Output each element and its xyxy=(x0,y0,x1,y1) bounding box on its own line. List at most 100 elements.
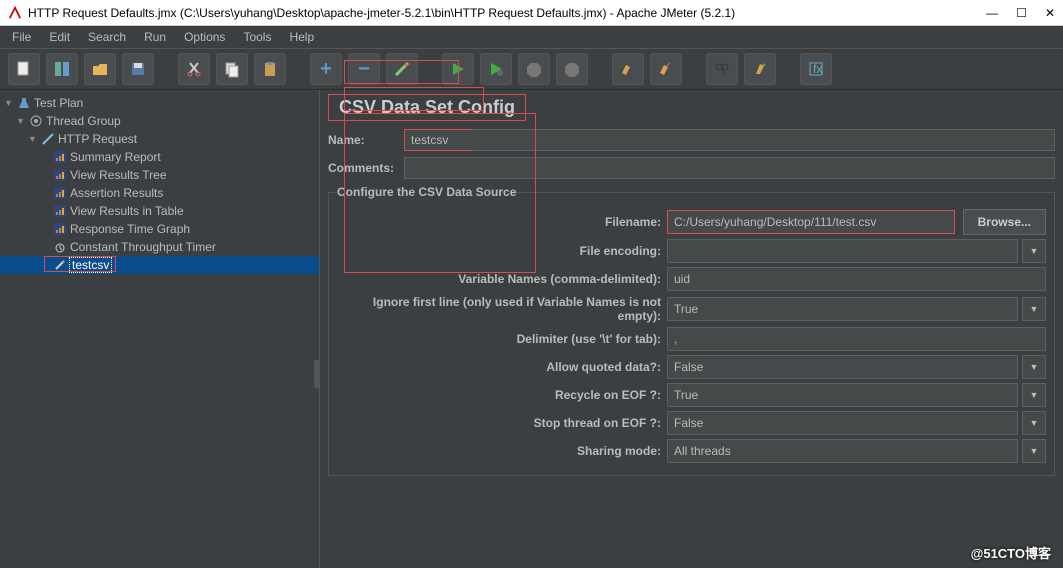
dropdown-icon[interactable]: ▼ xyxy=(1022,411,1046,435)
tree-label: View Results Tree xyxy=(70,168,167,182)
copy-icon[interactable] xyxy=(216,53,248,85)
paste-icon[interactable] xyxy=(254,53,286,85)
stop-icon[interactable] xyxy=(518,53,550,85)
report-icon xyxy=(53,169,67,181)
file-encoding-select[interactable] xyxy=(667,239,1018,263)
tree-summary-report[interactable]: Summary Report xyxy=(0,148,319,166)
flask-icon xyxy=(17,97,31,109)
toolbar: + − fx xyxy=(0,48,1063,90)
comments-label: Comments: xyxy=(328,161,404,175)
reset-search-icon[interactable] xyxy=(744,53,776,85)
ignore-first-line-select[interactable]: True xyxy=(667,297,1018,321)
save-icon[interactable] xyxy=(122,53,154,85)
tree-label: Assertion Results xyxy=(70,186,163,200)
menu-tools[interactable]: Tools xyxy=(235,28,279,46)
dropdown-icon[interactable]: ▼ xyxy=(1022,439,1046,463)
allow-quoted-select[interactable]: False xyxy=(667,355,1018,379)
report-icon xyxy=(53,187,67,199)
tree-label: Response Time Graph xyxy=(70,222,190,236)
expand-icon[interactable]: + xyxy=(310,53,342,85)
window-minimize-button[interactable]: — xyxy=(986,6,998,20)
search-icon[interactable] xyxy=(706,53,738,85)
tree-label: Test Plan xyxy=(34,96,83,110)
function-helper-icon[interactable]: fx xyxy=(800,53,832,85)
menu-run[interactable]: Run xyxy=(136,28,174,46)
start-icon[interactable] xyxy=(442,53,474,85)
stop-thread-eof-select[interactable]: False xyxy=(667,411,1018,435)
timer-icon xyxy=(53,241,67,253)
menu-options[interactable]: Options xyxy=(176,28,233,46)
tree-label: Constant Throughput Timer xyxy=(70,240,216,254)
csv-config-fieldset: Configure the CSV Data Source Filename: … xyxy=(328,185,1055,476)
window-close-button[interactable]: ✕ xyxy=(1045,6,1055,20)
recycle-eof-label: Recycle on EOF ?: xyxy=(337,388,667,402)
stop-thread-eof-label: Stop thread on EOF ?: xyxy=(337,416,667,430)
dropdown-icon[interactable]: ▼ xyxy=(1022,383,1046,407)
browse-button[interactable]: Browse... xyxy=(963,209,1046,235)
collapse-icon[interactable]: − xyxy=(348,53,380,85)
tree-label: HTTP Request xyxy=(58,132,137,146)
menu-file[interactable]: File xyxy=(4,28,39,46)
tree-label: testcsv xyxy=(70,258,111,272)
name-input-ext[interactable] xyxy=(473,129,1055,151)
variable-names-label: Variable Names (comma-delimited): xyxy=(337,272,667,286)
dropdown-icon[interactable]: ▼ xyxy=(1022,355,1046,379)
tree-testcsv[interactable]: testcsv xyxy=(0,256,319,274)
window-title: HTTP Request Defaults.jmx (C:\Users\yuha… xyxy=(28,6,986,20)
tree-test-plan[interactable]: ▼ Test Plan xyxy=(0,94,319,112)
config-icon xyxy=(53,259,67,271)
toggle-icon[interactable] xyxy=(386,53,418,85)
tree-label: Summary Report xyxy=(70,150,161,164)
svg-text:fx: fx xyxy=(813,62,822,76)
menu-search[interactable]: Search xyxy=(80,28,134,46)
ignore-first-line-label: Ignore first line (only used if Variable… xyxy=(337,295,667,323)
name-label: Name: xyxy=(328,133,404,147)
gear-icon xyxy=(29,115,43,127)
open-icon[interactable] xyxy=(84,53,116,85)
watermark: @51CTO博客 xyxy=(971,543,1051,562)
menu-help[interactable]: Help xyxy=(281,28,322,46)
test-plan-tree[interactable]: ▼ Test Plan ▼ Thread Group ▼ HTTP Reques… xyxy=(0,90,320,568)
config-panel: CSV Data Set Config Name: Comments: Conf… xyxy=(320,90,1063,568)
recycle-eof-select[interactable]: True xyxy=(667,383,1018,407)
shutdown-icon[interactable] xyxy=(556,53,588,85)
window-maximize-button[interactable]: ☐ xyxy=(1016,6,1027,20)
sharing-mode-label: Sharing mode: xyxy=(337,444,667,458)
report-icon xyxy=(53,151,67,163)
delimiter-label: Delimiter (use '\t' for tab): xyxy=(337,332,667,346)
filename-input[interactable] xyxy=(667,210,955,234)
report-icon xyxy=(53,205,67,217)
panel-title: CSV Data Set Config xyxy=(328,94,526,121)
splitter-handle[interactable] xyxy=(314,360,320,388)
menu-edit[interactable]: Edit xyxy=(41,28,78,46)
tree-constant-throughput-timer[interactable]: Constant Throughput Timer xyxy=(0,238,319,256)
clear-all-icon[interactable] xyxy=(650,53,682,85)
sampler-icon xyxy=(41,133,55,145)
tree-response-time-graph[interactable]: Response Time Graph xyxy=(0,220,319,238)
start-no-pause-icon[interactable] xyxy=(480,53,512,85)
variable-names-input[interactable] xyxy=(667,267,1046,291)
menu-bar: File Edit Search Run Options Tools Help xyxy=(0,26,1063,48)
tree-thread-group[interactable]: ▼ Thread Group xyxy=(0,112,319,130)
new-icon[interactable] xyxy=(8,53,40,85)
sharing-mode-select[interactable]: All threads xyxy=(667,439,1018,463)
dropdown-icon[interactable]: ▼ xyxy=(1022,239,1046,263)
clear-icon[interactable] xyxy=(612,53,644,85)
tree-view-results-tree[interactable]: View Results Tree xyxy=(0,166,319,184)
tree-view-results-in-table[interactable]: View Results in Table xyxy=(0,202,319,220)
templates-icon[interactable] xyxy=(46,53,78,85)
tree-assertion-results[interactable]: Assertion Results xyxy=(0,184,319,202)
app-icon xyxy=(8,6,22,20)
window-titlebar: HTTP Request Defaults.jmx (C:\Users\yuha… xyxy=(0,0,1063,26)
comments-input[interactable] xyxy=(404,157,1055,179)
tree-label: View Results in Table xyxy=(70,204,184,218)
name-input[interactable] xyxy=(404,129,474,151)
tree-label: Thread Group xyxy=(46,114,121,128)
cut-icon[interactable] xyxy=(178,53,210,85)
delimiter-input[interactable] xyxy=(667,327,1046,351)
dropdown-icon[interactable]: ▼ xyxy=(1022,297,1046,321)
allow-quoted-label: Allow quoted data?: xyxy=(337,360,667,374)
fieldset-legend: Configure the CSV Data Source xyxy=(337,185,516,199)
tree-http-request[interactable]: ▼ HTTP Request xyxy=(0,130,319,148)
filename-label: Filename: xyxy=(337,215,667,229)
